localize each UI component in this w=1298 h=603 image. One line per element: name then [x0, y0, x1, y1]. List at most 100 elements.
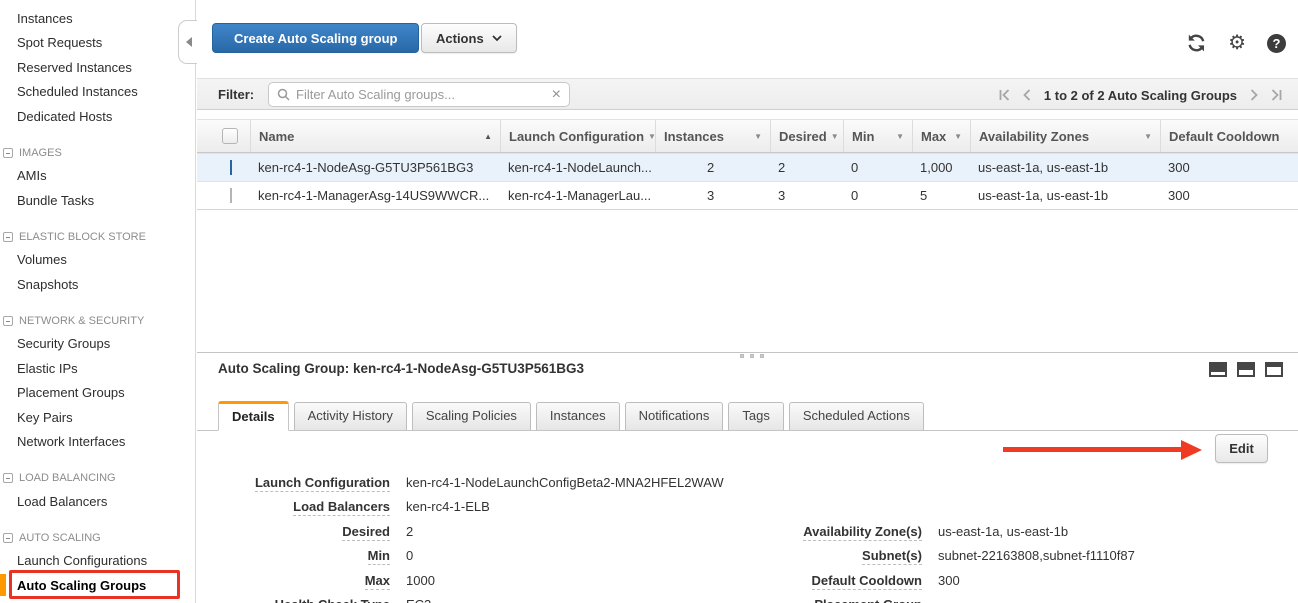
- prev-page-icon[interactable]: [1023, 89, 1031, 101]
- field-label: Launch Configuration: [218, 475, 390, 490]
- collapse-section-icon[interactable]: [3, 316, 13, 326]
- last-page-icon[interactable]: [1271, 89, 1282, 101]
- field-label: Min: [218, 548, 390, 563]
- sidebar-item-reserved-instances[interactable]: Reserved Instances: [0, 55, 195, 80]
- pane-divider[interactable]: [197, 352, 1298, 353]
- collapse-section-icon[interactable]: [3, 473, 13, 483]
- column-header-desired[interactable]: Desired▼: [770, 120, 843, 152]
- actions-button[interactable]: Actions: [421, 23, 517, 53]
- sort-icon: ▼: [827, 132, 839, 141]
- sidebar-section-load-balancing[interactable]: LOAD BALANCING: [0, 467, 195, 489]
- pane-large-icon[interactable]: [1265, 362, 1283, 377]
- column-header-default-cooldown[interactable]: Default Cooldown: [1160, 120, 1298, 152]
- cell-max: 1,000: [912, 160, 970, 175]
- column-header-availability-zones[interactable]: Availability Zones▼: [970, 120, 1160, 152]
- tab-instances[interactable]: Instances: [536, 402, 620, 430]
- column-label: Name: [259, 129, 294, 144]
- column-header-launch-configuration[interactable]: Launch Configuration▼: [500, 120, 655, 152]
- clear-filter-icon[interactable]: ×: [552, 87, 561, 103]
- pagination-range-text: 1 to 2 of 2 Auto Scaling Groups: [1044, 88, 1237, 103]
- sidebar-item-elastic-ips[interactable]: Elastic IPs: [0, 356, 195, 381]
- field-label: Max: [218, 573, 390, 588]
- section-label: NETWORK & SECURITY: [19, 315, 144, 327]
- sidebar-item-amis[interactable]: AMIs: [0, 164, 195, 189]
- section-label: AUTO SCALING: [19, 532, 101, 544]
- help-icon[interactable]: ?: [1267, 34, 1286, 53]
- tab-tags[interactable]: Tags: [728, 402, 783, 430]
- sidebar-item-security-groups[interactable]: Security Groups: [0, 332, 195, 357]
- collapse-section-icon[interactable]: [3, 148, 13, 158]
- row-checkbox-cell: [197, 188, 250, 203]
- tab-scaling-policies[interactable]: Scaling Policies: [412, 402, 531, 430]
- select-all-checkbox[interactable]: [222, 128, 238, 144]
- table-row[interactable]: ken-rc4-1-ManagerAsg-14US9WWCR... ken-rc…: [197, 182, 1298, 211]
- sidebar-item-key-pairs[interactable]: Key Pairs: [0, 405, 195, 430]
- sidebar-item-auto-scaling-groups[interactable]: Auto Scaling Groups: [0, 573, 195, 598]
- filter-bar: Filter: × 1 to 2 of 2 Auto Scaling Group…: [197, 78, 1298, 110]
- drag-handle-icon[interactable]: [740, 354, 764, 358]
- column-header-name[interactable]: Name▲: [250, 120, 500, 152]
- tab-notifications[interactable]: Notifications: [625, 402, 724, 430]
- section-label: LOAD BALANCING: [19, 472, 116, 484]
- field-value: us-east-1a, us-east-1b: [938, 524, 1068, 539]
- sidebar-section-network-security[interactable]: NETWORK & SECURITY: [0, 310, 195, 332]
- field-max: Max 1000: [218, 568, 724, 593]
- field-value: subnet-22163808,subnet-f1110f87: [938, 548, 1135, 563]
- tab-activity-history[interactable]: Activity History: [294, 402, 407, 430]
- field-label: Subnet(s): [770, 548, 922, 563]
- column-header-max[interactable]: Max ▼: [912, 120, 970, 152]
- edit-button[interactable]: Edit: [1215, 434, 1268, 463]
- row-checkbox-checked[interactable]: [230, 160, 232, 175]
- collapse-section-icon[interactable]: [3, 533, 13, 543]
- sidebar-item-load-balancers[interactable]: Load Balancers: [0, 489, 195, 514]
- pane-small-icon[interactable]: [1209, 362, 1227, 377]
- table-header: Name▲ Launch Configuration▼ Instances▼ D…: [197, 119, 1298, 153]
- cell-launch-configuration: ken-rc4-1-NodeLaunch...: [500, 160, 655, 175]
- column-header-min[interactable]: Min▼: [843, 120, 912, 152]
- sidebar-section-elastic-block-store[interactable]: ELASTIC BLOCK STORE: [0, 226, 195, 248]
- field-default-cooldown: Default Cooldown 300: [770, 568, 1135, 593]
- search-icon: [277, 88, 290, 101]
- next-page-icon[interactable]: [1250, 89, 1258, 101]
- cell-instances: 3: [655, 188, 770, 203]
- table-row[interactable]: ken-rc4-1-NodeAsg-G5TU3P561BG3 ken-rc4-1…: [197, 153, 1298, 182]
- sidebar-item-volumes[interactable]: Volumes: [0, 248, 195, 273]
- sidebar-item-snapshots[interactable]: Snapshots: [0, 272, 195, 297]
- cell-default-cooldown: 300: [1160, 160, 1298, 175]
- row-checkbox[interactable]: [230, 188, 232, 203]
- tab-scheduled-actions[interactable]: Scheduled Actions: [789, 402, 924, 430]
- sidebar-section-images[interactable]: IMAGES: [0, 142, 195, 164]
- sidebar-item-scheduled-instances[interactable]: Scheduled Instances: [0, 80, 195, 105]
- sidebar-item-spot-requests[interactable]: Spot Requests: [0, 31, 195, 56]
- collapse-section-icon[interactable]: [3, 232, 13, 242]
- tab-details[interactable]: Details: [218, 401, 289, 431]
- field-label: Availability Zone(s): [770, 524, 922, 539]
- sidebar-item-launch-configurations[interactable]: Launch Configurations: [0, 549, 195, 574]
- field-value: 1000: [406, 573, 435, 588]
- cell-min: 0: [843, 160, 912, 175]
- sidebar-collapse-handle[interactable]: [178, 20, 197, 64]
- cell-desired: 3: [770, 188, 843, 203]
- sidebar-section-auto-scaling[interactable]: AUTO SCALING: [0, 527, 195, 549]
- create-auto-scaling-group-button[interactable]: Create Auto Scaling group: [212, 23, 419, 53]
- sort-icon: ▼: [950, 132, 962, 141]
- refresh-icon[interactable]: [1186, 33, 1207, 53]
- filter-input-wrap[interactable]: ×: [268, 82, 570, 107]
- actions-label: Actions: [436, 31, 484, 46]
- gear-icon[interactable]: ⚙: [1228, 33, 1246, 53]
- field-availability-zones: Availability Zone(s) us-east-1a, us-east…: [770, 519, 1135, 544]
- sidebar-item-bundle-tasks[interactable]: Bundle Tasks: [0, 188, 195, 213]
- section-label: IMAGES: [19, 147, 62, 159]
- sidebar-item-network-interfaces[interactable]: Network Interfaces: [0, 430, 195, 455]
- column-label: Max: [921, 129, 946, 144]
- first-page-icon[interactable]: [999, 89, 1010, 101]
- sidebar-item-placement-groups[interactable]: Placement Groups: [0, 381, 195, 406]
- filter-input[interactable]: [296, 87, 546, 102]
- pane-half-icon[interactable]: [1237, 362, 1255, 377]
- cell-name: ken-rc4-1-NodeAsg-G5TU3P561BG3: [250, 160, 500, 175]
- sidebar-item-dedicated-hosts[interactable]: Dedicated Hosts: [0, 104, 195, 129]
- column-header-instances[interactable]: Instances▼: [655, 120, 770, 152]
- cell-max: 5: [912, 188, 970, 203]
- field-value: 2: [406, 524, 413, 539]
- sidebar-item-instances[interactable]: Instances: [0, 6, 195, 31]
